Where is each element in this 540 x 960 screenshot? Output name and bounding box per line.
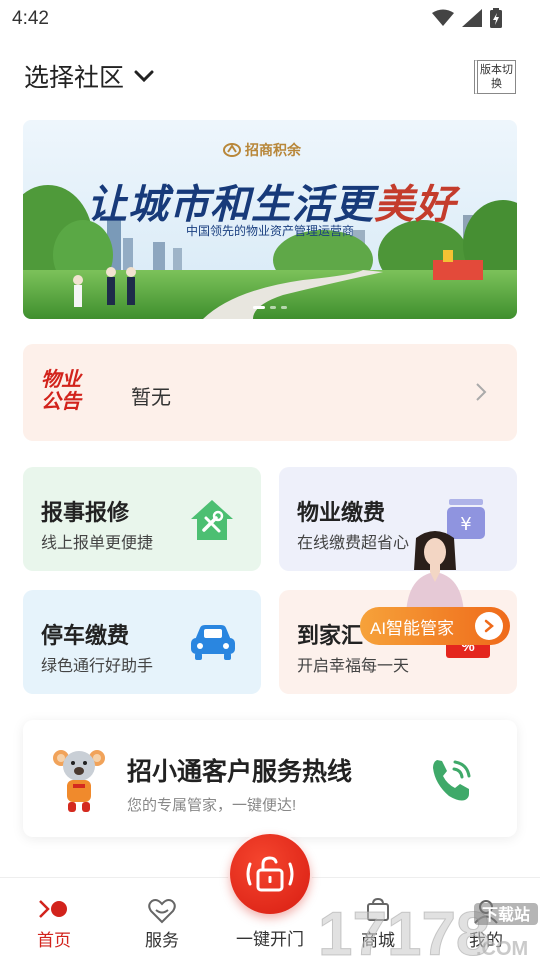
banner-slogan-prefix: 让城市和生活更 [87, 181, 374, 228]
wifi-icon [432, 9, 454, 26]
hotline-title: 招小通客户服务热线 [127, 758, 353, 786]
chevron-right-icon [476, 383, 487, 401]
community-label: 选择社区 [24, 64, 125, 92]
repair-title: 报事报修 [41, 500, 130, 525]
house-tools-icon [191, 500, 233, 540]
version-switch-button[interactable]: 版本切换 [474, 60, 516, 94]
car-icon [191, 625, 235, 660]
tab-home[interactable]: 首页 [0, 878, 108, 960]
header: 选择社区 版本切换 [24, 58, 516, 100]
promo-banner[interactable]: 招商积余 让城市和生活更美好 中国领先的物业资产管理运营商 [23, 120, 517, 319]
notice-logo-line2: 公告 [41, 391, 81, 413]
banner-brand: 招商积余 [223, 140, 301, 160]
one-key-open-button[interactable] [228, 832, 312, 916]
hotline-card[interactable]: 招小通客户服务热线 您的专属管家，一键便达! [23, 720, 517, 837]
property-fee-card[interactable]: 物业缴费 在线缴费超省心 ¥ [279, 467, 517, 571]
home-logo-icon [0, 898, 108, 920]
watermark-domain: .COM [476, 938, 528, 960]
parking-card[interactable]: 停车缴费 绿色通行好助手 [23, 590, 261, 694]
signal-icon [462, 9, 482, 27]
arrow-right-circle-icon [475, 612, 503, 640]
tab-one-key-open-label: 一键开门 [236, 930, 304, 949]
watermark-overlay: 17178 下载站 .COM [318, 900, 538, 960]
phone-call-icon[interactable] [427, 754, 477, 804]
watermark-badge: 下载站 [482, 905, 530, 924]
banner-subtitle: 中国领先的物业资产管理运营商 [185, 224, 354, 238]
tab-service[interactable]: 服务 [108, 878, 216, 960]
watermark-digits: 17178 [318, 900, 490, 960]
battery-charging-icon [490, 8, 502, 28]
property-fee-title: 物业缴费 [297, 500, 386, 525]
home-service-desc: 开启幸福每一天 [297, 658, 410, 675]
notice-text: 暂无 [131, 387, 171, 409]
parking-title: 停车缴费 [41, 623, 130, 648]
ai-butler-label: AI智能管家 [370, 618, 455, 638]
home-service-title: 到家汇 [297, 623, 364, 648]
brand-logo-icon [223, 143, 241, 157]
banner-brand-name: 招商积余 [245, 142, 301, 158]
status-time: 4:42 [12, 8, 49, 29]
status-icons [432, 8, 502, 28]
banner-slogan-accent: 美好 [374, 181, 456, 228]
property-fee-desc: 在线缴费超省心 [297, 535, 410, 552]
hotline-desc: 您的专属管家，一键便达! [127, 797, 297, 814]
ai-butler-avatar [406, 531, 464, 614]
tab-home-label: 首页 [37, 931, 71, 950]
notice-logo: 物业 公告 [41, 369, 93, 413]
notice-logo-line1: 物业 [41, 369, 81, 391]
parking-desc: 绿色通行好助手 [41, 658, 154, 675]
tab-service-label: 服务 [145, 931, 179, 950]
heart-icon [108, 898, 216, 924]
community-selector[interactable]: 选择社区 [24, 58, 516, 94]
ai-butler-button[interactable]: AI智能管家 [360, 607, 510, 645]
repair-card[interactable]: 报事报修 线上报单更便捷 [23, 467, 261, 571]
koala-mascot-icon [53, 750, 105, 812]
unlock-button-circle[interactable] [230, 834, 310, 914]
chevron-down-icon [134, 70, 154, 83]
unlock-icon [246, 856, 294, 892]
status-bar: 4:42 [0, 0, 540, 40]
repair-desc: 线上报单更便捷 [41, 535, 154, 552]
property-notice[interactable]: 物业 公告 暂无 [23, 344, 517, 441]
banner-pagination [23, 306, 517, 309]
